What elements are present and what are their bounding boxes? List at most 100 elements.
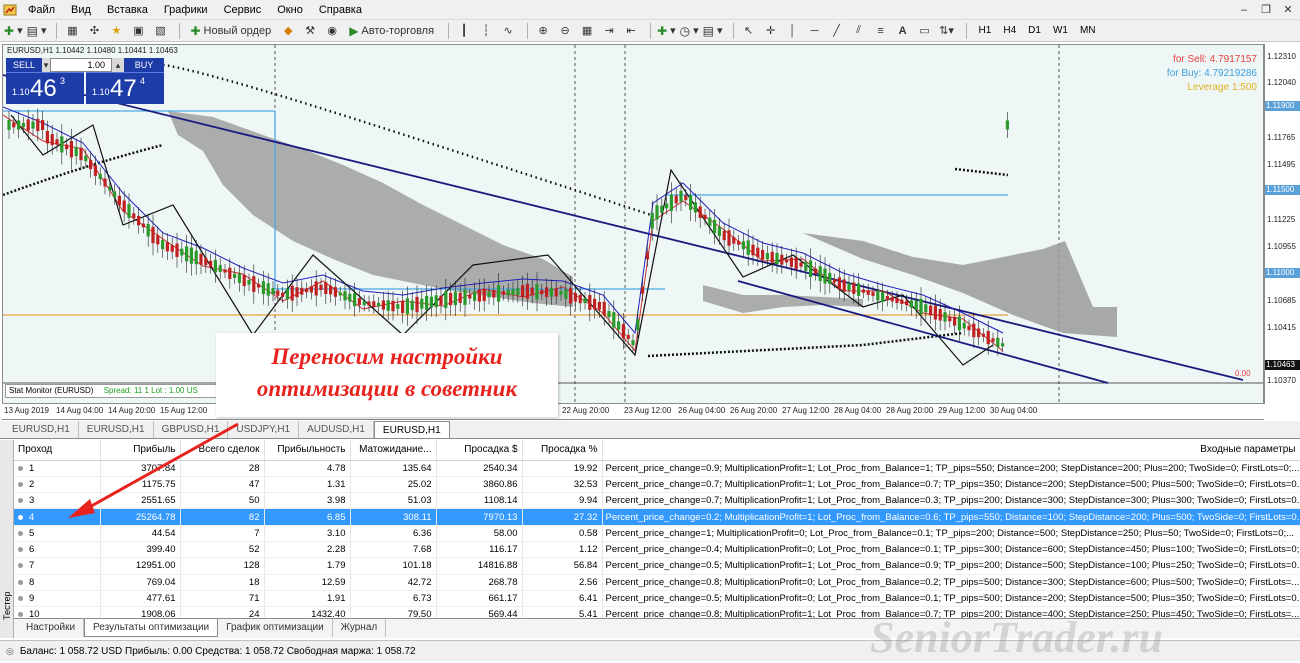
table-row[interactable]: 5 44.54 7 3.10 6.36 58.00 0.58 Percent_price_ch… [14,525,1300,542]
profiles-icon[interactable]: ▤ ▾ [27,22,47,40]
zoom-out-icon[interactable]: ⊖ [556,22,574,40]
chart-tabs: EURUSD,H1 EURUSD,H1 GBPUSD,H1 USDJPY,H1 … [0,421,1300,439]
horizontal-line-icon[interactable]: ─ [806,22,824,40]
data-window-icon[interactable]: ✣ [85,22,103,40]
sell-button[interactable]: SELL [6,58,42,72]
chart-tab[interactable]: EURUSD,H1 [79,421,154,438]
tab-optimization-graph[interactable]: График оптимизации [218,619,333,637]
label-icon[interactable]: ▭ [916,22,934,40]
indicators-icon[interactable]: ✚ ▾ [657,22,676,40]
col-profit[interactable]: Прибыль [100,440,181,461]
navigator-icon[interactable]: ★ [107,22,125,40]
chart-tab[interactable]: GBPUSD,H1 [154,421,229,438]
chart-tab[interactable]: AUDUSD,H1 [299,421,374,438]
menu-file[interactable]: Файл [20,0,63,20]
tab-settings[interactable]: Настройки [18,619,85,637]
table-row[interactable]: 8 769.04 18 12.59 42.72 268.78 2.56 Percent_pri… [14,574,1300,591]
menu-charts[interactable]: Графики [156,0,216,20]
candle-body [708,217,712,226]
menu-tools[interactable]: Сервис [216,0,270,20]
chart-tab[interactable]: USDJPY,H1 [228,421,300,438]
bid-sup: 3 [60,76,66,86]
auto-trading-button[interactable]: ▶ Авто-торговля [345,22,438,40]
zoom-in-icon[interactable]: ⊕ [534,22,552,40]
templates-icon[interactable]: ▤ ▾ [703,22,723,40]
auto-scroll-icon[interactable]: ⇥ [600,22,618,40]
candle-body [482,288,486,302]
col-pass[interactable]: Проход [14,440,101,461]
close-icon[interactable]: ✕ [1280,2,1296,17]
table-row[interactable]: 2 1175.75 47 1.31 25.02 3860.86 32.53 Percent_p… [14,476,1300,494]
tab-journal[interactable]: Журнал [333,619,387,637]
new-order-button[interactable]: ✚ Новый ордер [186,22,275,40]
table-row[interactable]: 1 3707.84 28 4.78 135.64 2540.34 19.92 Percent_… [14,460,1300,477]
candle-body [957,316,961,331]
timeframe-w1[interactable]: W1 [1047,22,1074,40]
table-row[interactable]: 9 477.61 71 1.91 6.73 661.17 6.41 Percent_price… [14,590,1300,608]
cell-profit: 25264.78 [100,508,181,526]
text-icon[interactable]: A [894,22,912,40]
col-input-params[interactable]: Входные параметры [602,440,1300,461]
channel-icon[interactable]: ⫽ [850,22,868,40]
col-expected-payoff[interactable]: Матожидание... [350,440,437,461]
col-drawdown-percent[interactable]: Просадка % [522,440,603,461]
metaeditor-icon[interactable]: ◆ [279,22,297,40]
app-icon[interactable] [0,0,20,20]
lot-input[interactable]: 1.00 [50,58,112,72]
chart-shift-icon[interactable]: ⇤ [622,22,640,40]
tile-windows-icon[interactable]: ▦ [578,22,596,40]
candle-body [914,300,918,311]
crosshair-icon[interactable]: ✛ [762,22,780,40]
terminal-icon[interactable]: ▣ [129,22,147,40]
buy-button[interactable]: BUY [124,58,164,72]
timeframe-h4[interactable]: H4 [997,22,1022,40]
lot-down-button[interactable]: ▾ [42,58,50,72]
table-row[interactable]: 4 25264.78 82 6.85 308.11 7970.13 27.32 Percent… [14,508,1300,526]
menu-insert[interactable]: Вставка [99,0,156,20]
lot-up-button[interactable]: ▴ [112,58,124,72]
price-chart[interactable]: EURUSD,H1 1.10442 1.10480 1.10441 1.1046… [2,44,1264,404]
timeframe-d1[interactable]: D1 [1022,22,1047,40]
menu-view[interactable]: Вид [63,0,99,20]
minimize-icon[interactable]: – [1236,2,1252,17]
candlestick-icon[interactable]: ┆ [477,22,495,40]
tab-optimization-results[interactable]: Результаты оптимизации [84,619,219,637]
community-icon[interactable]: ◉ [323,22,341,40]
bar-chart-icon[interactable]: ┃ [455,22,473,40]
cell-ddp: 5.41 [522,606,603,618]
periods-icon[interactable]: ◷ ▾ [680,22,699,40]
bid-prefix: 1.10 [12,87,30,97]
candle-body [621,324,625,339]
restore-icon[interactable]: ❐ [1258,2,1274,17]
col-trades[interactable]: Всего сделок [180,440,265,461]
strategy-tester-icon[interactable]: ▧ [151,22,169,40]
chart-tab[interactable]: EURUSD,H1 [4,421,79,438]
market-watch-icon[interactable]: ▦ [63,22,81,40]
trendline-icon[interactable]: ╱ [828,22,846,40]
cursor-icon[interactable]: ↖ [740,22,758,40]
timeframe-mn[interactable]: MN [1074,22,1102,40]
candle-body [905,300,909,306]
table-row[interactable]: 6 399.40 52 2.28 7.68 116.17 1.12 Percent_price… [14,541,1300,559]
col-profit-factor[interactable]: Прибыльность [264,440,351,461]
ask-price-box[interactable]: 1.10 47 4 [86,72,164,104]
arrows-icon[interactable]: ⇅▾ [938,22,956,40]
candle-body [521,285,525,297]
col-drawdown[interactable]: Просадка $ [436,440,523,461]
cell-pass: 1 [14,460,101,477]
table-row[interactable]: 3 2551.65 50 3.98 51.03 1108.14 9.94 Percent_pr… [14,492,1300,510]
fibonacci-icon[interactable]: ≡ [872,22,890,40]
menu-help[interactable]: Справка [311,0,370,20]
timeframe-h1[interactable]: H1 [973,22,998,40]
candle-body [242,274,246,287]
chart-tab-active[interactable]: EURUSD,H1 [373,421,450,438]
vertical-line-icon[interactable]: │ [784,22,802,40]
table-row[interactable]: 7 12951.00 128 1.79 101.18 14816.88 56.84 Perce… [14,557,1300,575]
bid-price-box[interactable]: 1.10 46 3 [6,72,84,104]
candle-body [1005,120,1009,130]
new-chart-icon[interactable]: ✚ ▾ [4,22,23,40]
signals-icon[interactable]: ⚒ [301,22,319,40]
candle-body [761,249,765,260]
line-chart-icon[interactable]: ∿ [499,22,517,40]
menu-window[interactable]: Окно [269,0,311,20]
